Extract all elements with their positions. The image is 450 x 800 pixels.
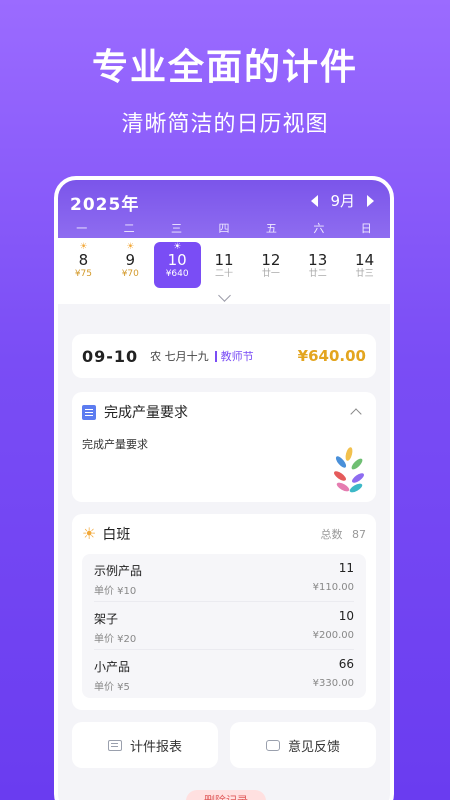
day-lunar: 廿三: [355, 269, 374, 279]
month-nav: 9月: [311, 190, 374, 211]
chevron-up-icon[interactable]: [350, 408, 362, 420]
day-total-amount: ¥640.00: [297, 347, 366, 365]
month-label: 9月: [330, 192, 355, 210]
quantity: 66: [338, 657, 354, 671]
year-label: 2025年: [70, 195, 140, 215]
unit-price: 单价 ¥5: [94, 682, 130, 693]
total-label: 总数: [320, 528, 343, 541]
phone-screen: 2025年 9月 一 二 三 四 五 六 日 ☀ 8 ¥75 ☀ 9 ¥70 ☀: [54, 176, 394, 800]
calendar-day[interactable]: ☀ 8 ¥75: [60, 242, 107, 288]
report-button[interactable]: 计件报表: [72, 722, 218, 768]
day-number: 10: [167, 251, 187, 269]
calendar-week-row: ☀ 8 ¥75 ☀ 9 ¥70 ☀ 10 ¥640 11 二十 12 廿一 13…: [58, 238, 390, 304]
selected-date: 09-10: [82, 346, 139, 366]
holiday-label: 教师节: [214, 350, 254, 362]
message-icon: [265, 739, 280, 751]
task-header: 完成产量要求: [82, 402, 366, 422]
weekday-label: 日: [360, 222, 372, 235]
subtotal: ¥200.00: [312, 630, 354, 641]
plant-leaf-icon: [334, 447, 364, 493]
hero-title: 专业全面的计件: [91, 47, 358, 88]
day-number: 13: [308, 251, 328, 269]
table-icon: [107, 739, 122, 751]
product-name: 小产品: [94, 660, 131, 674]
task-title: 完成产量要求: [104, 405, 188, 421]
day-number: 12: [261, 251, 281, 269]
shift-card: ☀ 白班 总数 87 示例产品 单价 ¥10 11 ¥110.00 架子 单价 …: [72, 514, 376, 710]
task-body: 完成产量要求: [82, 438, 148, 451]
unit-price: 单价 ¥20: [94, 634, 137, 645]
calendar-day-selected[interactable]: ☀ 10 ¥640: [153, 242, 201, 288]
list-item[interactable]: 小产品 单价 ¥5 66 ¥330.00: [94, 650, 354, 698]
unit-price: 单价 ¥10: [94, 586, 137, 597]
day-amount: ¥75: [74, 269, 93, 279]
calendar-day[interactable]: 14 廿三: [341, 242, 388, 288]
weekday-label: 四: [218, 222, 230, 235]
day-lunar: 廿二: [308, 269, 327, 279]
day-number: 14: [355, 251, 375, 269]
weekday-label: 二: [123, 222, 135, 235]
list-item[interactable]: 架子 单价 ¥20 10 ¥200.00: [94, 602, 354, 650]
chevron-down-icon[interactable]: [218, 289, 231, 302]
lunar-date: 农 七月十九: [150, 350, 209, 363]
calendar-day[interactable]: ☀ 9 ¥70: [107, 242, 154, 288]
shift-total: 总数 87: [321, 526, 367, 542]
day-number: 9: [125, 251, 136, 269]
product-list: 示例产品 单价 ¥10 11 ¥110.00 架子 单价 ¥20 10 ¥200…: [82, 554, 366, 698]
quantity: 10: [338, 609, 354, 623]
product-name: 架子: [94, 612, 119, 626]
weekday-label: 一: [76, 222, 88, 235]
quantity: 11: [338, 561, 354, 575]
sun-icon: ☀: [82, 524, 97, 543]
product-name: 示例产品: [94, 564, 143, 578]
day-amount: ¥640: [165, 269, 189, 279]
day-lunar: 廿一: [261, 269, 280, 279]
prev-month-icon[interactable]: [311, 194, 319, 207]
calendar-day[interactable]: 13 廿二: [294, 242, 341, 288]
calendar-header: 2025年 9月 一 二 三 四 五 六 日: [58, 180, 390, 238]
day-number: 8: [78, 251, 89, 269]
day-amount: ¥70: [121, 269, 139, 279]
feedback-button-label: 意见反馈: [287, 739, 340, 755]
weekday-label: 六: [313, 222, 325, 235]
feedback-button[interactable]: 意见反馈: [230, 722, 376, 768]
calendar-day[interactable]: 12 廿一: [247, 242, 294, 288]
subtotal: ¥110.00: [312, 582, 354, 593]
list-item[interactable]: 示例产品 单价 ¥10 11 ¥110.00: [94, 554, 354, 602]
weekday-label: 五: [265, 222, 277, 235]
weekday-row: 一 二 三 四 五 六 日: [58, 220, 390, 236]
day-lunar: 二十: [215, 269, 234, 279]
action-buttons: 计件报表 意见反馈: [72, 722, 376, 768]
hero-subtitle: 清晰简洁的日历视图: [121, 112, 329, 137]
shift-header: ☀ 白班 总数 87: [82, 524, 366, 544]
shift-title: 白班: [102, 527, 131, 543]
delete-record-button[interactable]: 删除记录: [186, 790, 266, 800]
task-card[interactable]: 完成产量要求 完成产量要求: [72, 392, 376, 502]
subtotal: ¥330.00: [312, 678, 354, 689]
day-number: 11: [214, 251, 234, 269]
report-button-label: 计件报表: [129, 739, 182, 755]
next-month-icon[interactable]: [367, 194, 374, 207]
document-icon: [82, 404, 96, 420]
total-value: 87: [352, 528, 366, 541]
date-summary-card: 09-10 农 七月十九 教师节 ¥640.00: [72, 334, 376, 378]
calendar-day[interactable]: 11 二十: [201, 242, 248, 288]
weekday-label: 三: [171, 222, 183, 235]
